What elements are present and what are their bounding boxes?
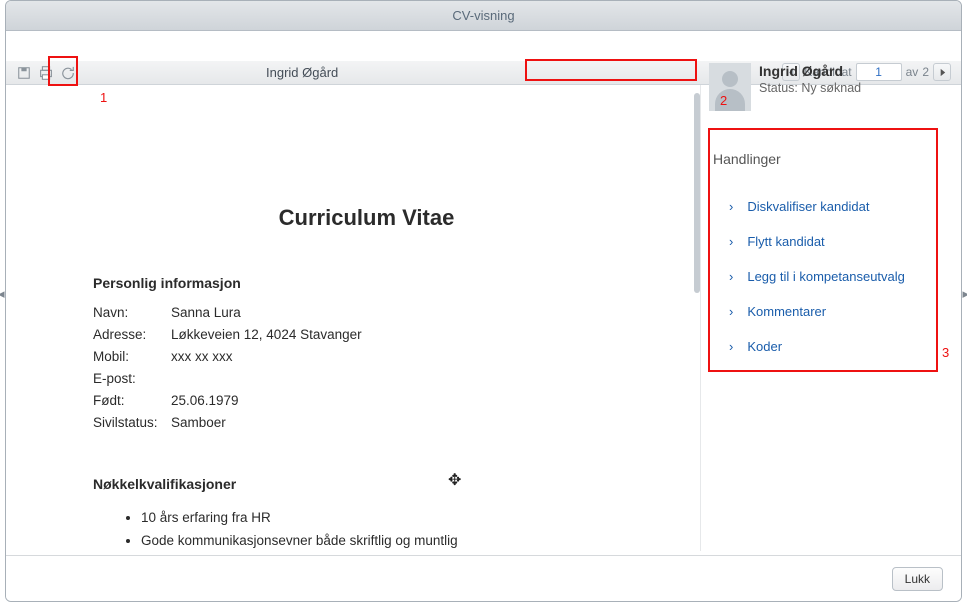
label-born: Født: (93, 393, 171, 408)
info-row-mobile: Mobil: xxx xx xxx (93, 349, 640, 364)
value-address: Løkkeveien 12, 4024 Stavanger (171, 327, 362, 342)
refresh-icon[interactable] (58, 63, 78, 83)
dialog-window: CV-visning Ingrid Øgård Kandidat av 2 (5, 0, 962, 602)
action-disqualify[interactable]: › Diskvalifiser kandidat (709, 189, 949, 224)
cv-document: Curriculum Vitae Personlig informasjon N… (18, 85, 700, 548)
value-name: Sanna Lura (171, 305, 241, 320)
cv-title: Curriculum Vitae (93, 205, 640, 231)
chevron-right-icon: › (729, 339, 733, 354)
value-born: 25.06.1979 (171, 393, 239, 408)
save-icon[interactable] (14, 63, 34, 83)
dialog-footer: Lukk (6, 555, 961, 601)
cv-scroll[interactable]: Curriculum Vitae Personlig informasjon N… (18, 85, 701, 551)
action-label: Legg til i kompetanseutvalg (747, 269, 905, 284)
resize-right-icon: ▸ (962, 286, 967, 302)
sidebar: Ingrid Øgård Status: Ny søknad Handlinge… (705, 85, 961, 551)
label-address: Adresse: (93, 327, 171, 342)
actions-panel: Handlinger › Diskvalifiser kandidat › Fl… (709, 151, 949, 364)
value-mobile: xxx xx xxx (171, 349, 233, 364)
value-civil: Samboer (171, 415, 226, 430)
print-icon[interactable] (36, 63, 56, 83)
qualifications-section: Nøkkelkvalifikasjoner 10 års erfaring fr… (93, 476, 640, 548)
info-row-born: Født: 25.06.1979 (93, 393, 640, 408)
quals-heading: Nøkkelkvalifikasjoner (93, 476, 640, 492)
actions-title: Handlinger (709, 151, 949, 167)
action-comments[interactable]: › Kommentarer (709, 294, 949, 329)
info-row-civil: Sivilstatus: Samboer (93, 415, 640, 430)
action-label: Koder (747, 339, 782, 354)
personal-info-heading: Personlig informasjon (93, 275, 640, 291)
window-titlebar: CV-visning (6, 1, 961, 31)
action-label: Diskvalifiser kandidat (747, 199, 869, 214)
candidate-status: Status: Ny søknad (759, 81, 861, 95)
info-row-email: E-post: (93, 371, 640, 386)
list-item: 10 års erfaring fra HR (141, 510, 640, 525)
close-button[interactable]: Lukk (892, 567, 943, 591)
quals-list: 10 års erfaring fra HR Gode kommunikasjo… (93, 510, 640, 548)
callout-label-1: 1 (100, 90, 107, 105)
avatar (709, 63, 751, 111)
action-label: Flytt kandidat (747, 234, 824, 249)
chevron-right-icon: › (729, 269, 733, 284)
chevron-right-icon: › (729, 234, 733, 249)
candidate-header: Ingrid Øgård Status: Ny søknad (709, 63, 949, 111)
window-title: CV-visning (452, 8, 514, 23)
list-item: Gode kommunikasjonsevner både skriftlig … (141, 533, 640, 548)
label-name: Navn: (93, 305, 171, 320)
action-add-competence[interactable]: › Legg til i kompetanseutvalg (709, 259, 949, 294)
info-row-address: Adresse: Løkkeveien 12, 4024 Stavanger (93, 327, 640, 342)
action-label: Kommentarer (747, 304, 826, 319)
resize-left-icon: ◂ (0, 286, 5, 302)
toolbar-left (6, 63, 78, 83)
label-email: E-post: (93, 371, 171, 386)
header-candidate-name: Ingrid Øgård (266, 65, 338, 80)
action-move[interactable]: › Flytt kandidat (709, 224, 949, 259)
chevron-right-icon: › (729, 199, 733, 214)
candidate-id-block: Ingrid Øgård Status: Ny søknad (759, 63, 861, 95)
content-area: Curriculum Vitae Personlig informasjon N… (6, 85, 961, 551)
callout-label-2: 2 (720, 93, 727, 108)
callout-label-3: 3 (942, 345, 949, 360)
label-mobile: Mobil: (93, 349, 171, 364)
scrollbar-thumb[interactable] (694, 93, 700, 293)
action-codes[interactable]: › Koder (709, 329, 949, 364)
cv-pane: Curriculum Vitae Personlig informasjon N… (6, 85, 705, 551)
candidate-name: Ingrid Øgård (759, 63, 861, 79)
label-civil: Sivilstatus: (93, 415, 171, 430)
chevron-right-icon: › (729, 304, 733, 319)
info-row-name: Navn: Sanna Lura (93, 305, 640, 320)
